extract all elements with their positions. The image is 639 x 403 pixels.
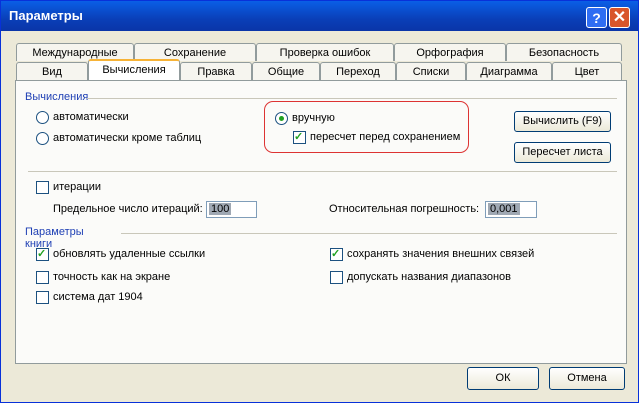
- max-iterations-value: 100: [209, 203, 232, 215]
- divider: [121, 233, 617, 234]
- max-iterations-input[interactable]: 100: [206, 201, 257, 218]
- highlight-annotation: [264, 101, 469, 153]
- checkbox-precision-as-displayed[interactable]: [36, 271, 49, 284]
- checkbox-save-external-link-values-label[interactable]: сохранять значения внешних связей: [347, 248, 534, 260]
- window-title: Параметры: [9, 8, 83, 23]
- checkbox-1904-date-system[interactable]: [36, 291, 49, 304]
- checkbox-accept-labels-in-formulas-label[interactable]: допускать названия диапазонов: [347, 271, 511, 283]
- cancel-button[interactable]: Отмена: [549, 367, 625, 390]
- tab-color[interactable]: Цвет: [552, 62, 622, 80]
- tab-error-checking[interactable]: Проверка ошибок: [256, 43, 394, 61]
- options-dialog: Параметры ? ✕ Международные Сохранение П…: [0, 0, 639, 403]
- max-iterations-label: Предельное число итераций:: [53, 203, 203, 215]
- divider: [28, 171, 617, 172]
- title-bar[interactable]: Параметры ? ✕: [1, 1, 638, 31]
- radio-auto-except-tables[interactable]: [36, 132, 49, 145]
- tab-calculation[interactable]: Вычисления: [88, 59, 180, 80]
- help-button[interactable]: ?: [586, 7, 607, 28]
- tab-view[interactable]: Вид: [16, 62, 88, 80]
- max-change-input[interactable]: 0,001: [485, 201, 537, 218]
- close-button[interactable]: ✕: [609, 7, 630, 28]
- checkbox-save-external-link-values[interactable]: [330, 247, 343, 261]
- radio-auto-except-tables-label[interactable]: автоматически кроме таблиц: [53, 132, 201, 144]
- ok-button[interactable]: ОК: [467, 367, 539, 390]
- tab-spelling[interactable]: Орфография: [394, 43, 506, 61]
- workbook-section-title: Параметры книги: [25, 226, 84, 250]
- tab-security[interactable]: Безопасность: [506, 43, 622, 61]
- radio-automatic[interactable]: [36, 111, 49, 124]
- calc-sheet-button[interactable]: Пересчет листа: [514, 142, 611, 163]
- tab-lists[interactable]: Списки: [396, 62, 466, 80]
- max-change-value: 0,001: [488, 203, 520, 215]
- checkbox-iteration-label[interactable]: итерации: [53, 181, 101, 193]
- checkbox-update-remote-refs[interactable]: [36, 247, 49, 261]
- checkbox-update-remote-refs-label[interactable]: обновлять удаленные ссылки: [53, 248, 205, 260]
- tab-chart[interactable]: Диаграмма: [466, 62, 552, 80]
- radio-automatic-label[interactable]: автоматически: [53, 111, 129, 123]
- checkbox-accept-labels-in-formulas[interactable]: [330, 271, 343, 284]
- calculate-now-button[interactable]: Вычислить (F9): [514, 111, 611, 132]
- tab-transition[interactable]: Переход: [320, 62, 396, 80]
- max-change-label: Относительная погрешность:: [329, 203, 480, 215]
- tab-general[interactable]: Общие: [252, 62, 320, 80]
- divider: [87, 98, 617, 99]
- tab-edit[interactable]: Правка: [180, 62, 252, 80]
- checkbox-iteration[interactable]: [36, 181, 49, 194]
- checkbox-precision-as-displayed-label[interactable]: точность как на экране: [53, 271, 170, 283]
- calc-section-title: Вычисления: [25, 91, 89, 103]
- checkbox-1904-date-system-label[interactable]: система дат 1904: [53, 291, 143, 303]
